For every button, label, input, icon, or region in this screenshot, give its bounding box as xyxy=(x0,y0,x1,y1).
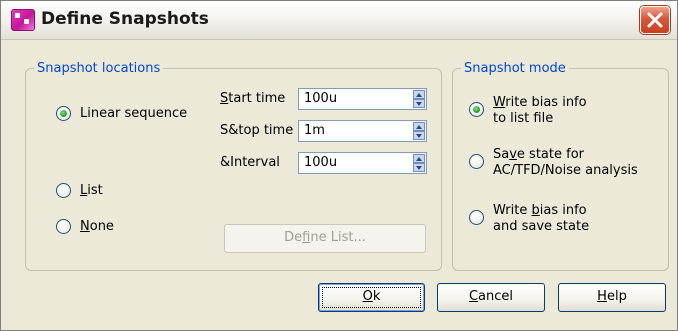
spin-down-button[interactable] xyxy=(413,99,425,108)
stop-time-label: S&top time xyxy=(220,123,294,138)
arrow-up-icon xyxy=(416,93,422,97)
radio-label: Save state for AC/TFD/Noise analysis xyxy=(493,147,638,178)
arrow-down-icon xyxy=(416,166,422,170)
radio-button[interactable] xyxy=(469,210,484,225)
stop-time-spinbox[interactable]: 1m xyxy=(298,120,427,142)
radio-list[interactable]: List xyxy=(56,183,103,199)
snapshot-mode-legend: Snapshot mode xyxy=(464,61,566,76)
title-bar[interactable]: Define Snapshots xyxy=(1,1,677,40)
spin-up-button[interactable] xyxy=(413,122,425,131)
interval-spinbox[interactable]: 100u xyxy=(298,152,427,174)
radio-button[interactable] xyxy=(469,154,484,169)
define-snapshots-dialog: Define Snapshots Snapshot locations Line… xyxy=(0,0,678,331)
ok-button[interactable]: Ok xyxy=(318,283,425,312)
define-list-button[interactable]: Define List... xyxy=(224,224,426,253)
arrow-down-icon xyxy=(416,102,422,106)
close-button[interactable] xyxy=(640,6,670,34)
radio-label: Linear sequence xyxy=(80,106,188,121)
radio-write-bias-info[interactable]: Write bias info to list file xyxy=(469,95,587,127)
radio-label: Write bias info and save state xyxy=(493,203,590,234)
arrow-up-icon xyxy=(416,125,422,129)
interval-value[interactable]: 100u xyxy=(304,155,337,170)
radio-none[interactable]: None xyxy=(56,219,114,235)
close-icon xyxy=(647,12,663,28)
arrow-up-icon xyxy=(416,157,422,161)
cancel-button[interactable]: Cancel xyxy=(437,283,545,312)
radio-button[interactable] xyxy=(469,102,484,117)
radio-linear-sequence[interactable]: Linear sequence xyxy=(56,106,187,122)
radio-label: None xyxy=(80,219,114,234)
start-time-label: Start time xyxy=(220,91,286,106)
window-title: Define Snapshots xyxy=(41,9,209,29)
focus-rectangle xyxy=(322,287,421,308)
spin-up-button[interactable] xyxy=(413,90,425,99)
start-time-spinbox[interactable]: 100u xyxy=(298,88,427,110)
radio-label: Write bias info to list file xyxy=(493,95,587,126)
spin-down-button[interactable] xyxy=(413,163,425,172)
radio-button[interactable] xyxy=(56,106,71,121)
spin-up-button[interactable] xyxy=(413,154,425,163)
arrow-down-icon xyxy=(416,134,422,138)
radio-selected-dot xyxy=(473,106,480,113)
radio-selected-dot xyxy=(60,110,67,117)
interval-label: &Interval xyxy=(220,155,280,170)
spin-down-button[interactable] xyxy=(413,131,425,140)
radio-write-bias-and-save[interactable]: Write bias info and save state xyxy=(469,203,589,235)
stop-time-value[interactable]: 1m xyxy=(304,123,325,138)
radio-button[interactable] xyxy=(56,219,71,234)
app-icon xyxy=(11,9,35,31)
radio-button[interactable] xyxy=(56,183,71,198)
snapshot-locations-legend: Snapshot locations xyxy=(37,61,161,76)
start-time-value[interactable]: 100u xyxy=(304,91,337,106)
radio-label: List xyxy=(80,183,103,198)
radio-save-state[interactable]: Save state for AC/TFD/Noise analysis xyxy=(469,147,638,179)
help-button[interactable]: Help xyxy=(558,283,666,312)
